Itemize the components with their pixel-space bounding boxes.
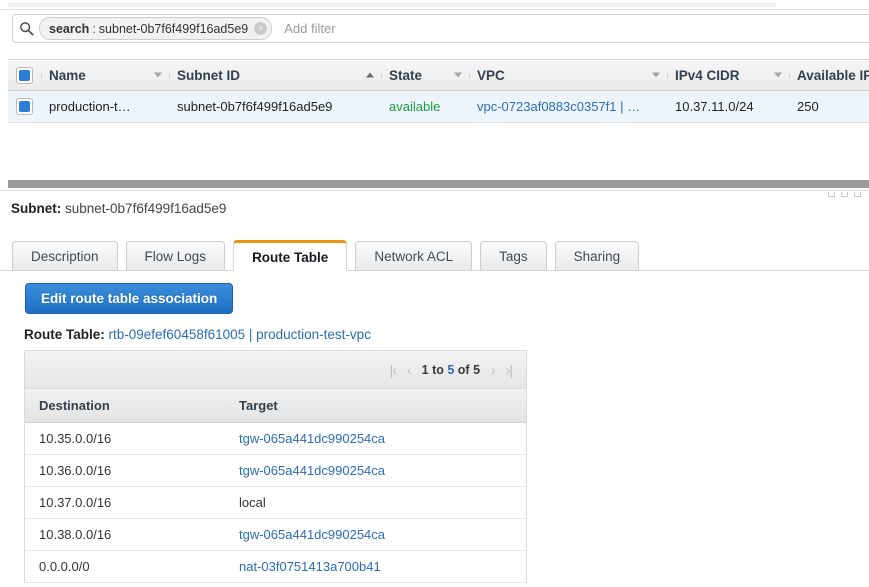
cell-target: tgw-065a441dc990254ca: [225, 431, 525, 446]
pane-splitter[interactable]: [8, 180, 869, 188]
cell-target: nat-03f0751413a700b41: [225, 559, 525, 574]
vpc-link[interactable]: vpc-0723af0883c0357f1 | …: [477, 99, 640, 114]
pagination-summary-prefix: 1 to: [421, 362, 448, 377]
cell-ipv4-cidr: 10.37.11.0/24: [675, 99, 754, 114]
tab-description[interactable]: Description: [12, 241, 118, 271]
row-checkbox[interactable]: [16, 98, 33, 115]
last-page-icon[interactable]: ›|: [506, 363, 513, 377]
target-link[interactable]: tgw-065a441dc990254ca: [239, 431, 385, 446]
cell-vpc: vpc-0723af0883c0357f1 | …: [469, 99, 667, 114]
sort-caret-down-icon[interactable]: [652, 72, 660, 78]
column-header-vpc-label: VPC: [477, 67, 505, 83]
filter-token-key: search: [49, 21, 90, 36]
cell-subnet-id: subnet-0b7f6f499f16ad5e9: [177, 99, 333, 114]
subnets-table: Name Subnet ID State VPC IPv4 CIDR Avail…: [8, 59, 869, 123]
table-row[interactable]: production-t… subnet-0b7f6f499f16ad5e9 a…: [8, 91, 869, 123]
select-all-checkbox[interactable]: [16, 66, 33, 84]
sort-caret-up-icon[interactable]: [366, 72, 374, 78]
sort-caret-down-icon[interactable]: [454, 72, 462, 78]
tab-network-acl[interactable]: Network ACL: [355, 241, 473, 271]
edit-route-table-association-button[interactable]: Edit route table association: [25, 283, 234, 314]
tab-network-acl-label: Network ACL: [374, 249, 454, 264]
cell-destination: 10.37.0.0/16: [39, 495, 112, 510]
table-row[interactable]: 10.36.0.0/16 tgw-065a441dc990254ca: [25, 455, 526, 487]
routes-table: |‹ ‹ 1 to 5 of 5 › ›| Destination Target…: [24, 350, 527, 583]
column-header-ipv4-cidr[interactable]: IPv4 CIDR: [667, 68, 789, 83]
column-header-name-label: Name: [49, 67, 86, 83]
detail-pane-top-border: [0, 190, 869, 191]
route-table-link[interactable]: rtb-09efef60458f61005 | production-test-…: [109, 327, 371, 342]
pagination-summary: 1 to 5 of 5: [422, 363, 480, 377]
detail-subnet-title: Subnet: subnet-0b7f6f499f16ad5e9: [11, 201, 226, 216]
target-link[interactable]: tgw-065a441dc990254ca: [239, 463, 385, 478]
routes-table-header: Destination Target: [25, 389, 526, 423]
table-row[interactable]: 10.37.0.0/16 local: [25, 487, 526, 519]
search-icon: [13, 21, 39, 36]
route-table-association-info: Route Table: rtb-09efef60458f61005 | pro…: [24, 327, 371, 342]
tab-tags[interactable]: Tags: [480, 241, 547, 271]
cell-available-ips: 250: [797, 99, 819, 114]
resize-grip-icon[interactable]: [828, 192, 861, 197]
filter-token-separator: :: [92, 21, 96, 36]
tab-description-label: Description: [31, 249, 99, 264]
subnets-table-header: Name Subnet ID State VPC IPv4 CIDR Avail…: [8, 59, 869, 91]
column-header-target[interactable]: Target: [225, 398, 525, 413]
previous-page-icon[interactable]: ‹: [407, 363, 412, 377]
tab-flow-logs-label: Flow Logs: [144, 249, 207, 264]
cell-destination: 10.36.0.0/16: [39, 463, 112, 478]
target-link[interactable]: nat-03f0751413a700b41: [239, 559, 381, 574]
select-all-checkbox-cell[interactable]: [8, 66, 41, 84]
column-header-ipv4-cidr-label: IPv4 CIDR: [675, 67, 740, 83]
column-header-available-ips[interactable]: Available IPv: [789, 68, 869, 83]
column-header-subnet-id-label: Subnet ID: [177, 67, 240, 83]
tab-flow-logs[interactable]: Flow Logs: [125, 241, 226, 271]
pagination-summary-mid: of: [454, 362, 474, 377]
cell-target: tgw-065a441dc990254ca: [225, 463, 525, 478]
column-header-subnet-id[interactable]: Subnet ID: [169, 68, 381, 83]
top-scrollbar-thumb[interactable]: [8, 3, 776, 7]
column-header-vpc[interactable]: VPC: [469, 68, 667, 83]
tab-route-table[interactable]: Route Table: [233, 240, 348, 272]
filter-token-value: subnet-0b7f6f499f16ad5e9: [98, 21, 249, 36]
aws-vpc-subnets-console: search : subnet-0b7f6f499f16ad5e9 × Add …: [0, 0, 869, 587]
detail-subnet-label: Subnet:: [11, 201, 62, 216]
cell-target: local: [239, 495, 266, 510]
cell-target: tgw-065a441dc990254ca: [225, 527, 525, 542]
column-header-destination[interactable]: Destination: [25, 398, 225, 413]
tab-route-table-label: Route Table: [252, 249, 329, 265]
route-table-label: Route Table:: [24, 327, 105, 342]
top-scrollbar[interactable]: [0, 0, 869, 10]
column-header-name[interactable]: Name: [41, 68, 169, 83]
filter-bar[interactable]: search : subnet-0b7f6f499f16ad5e9 × Add …: [12, 14, 869, 43]
cell-destination: 10.38.0.0/16: [39, 527, 112, 542]
routes-pagination: |‹ ‹ 1 to 5 of 5 › ›|: [25, 351, 526, 389]
row-checkbox-cell[interactable]: [8, 98, 41, 115]
column-header-state-label: State: [389, 67, 423, 83]
tab-sharing[interactable]: Sharing: [554, 241, 640, 271]
next-page-icon[interactable]: ›: [491, 363, 496, 377]
add-filter-input[interactable]: Add filter: [284, 21, 335, 36]
tab-tags-label: Tags: [499, 249, 528, 264]
table-row[interactable]: 0.0.0.0/0 nat-03f0751413a700b41: [25, 551, 526, 583]
column-header-available-ips-label: Available IPv: [797, 67, 869, 83]
cell-state: available: [381, 99, 469, 114]
tab-sharing-label: Sharing: [573, 249, 621, 264]
table-row[interactable]: 10.38.0.0/16 tgw-065a441dc990254ca: [25, 519, 526, 551]
filter-token-search[interactable]: search : subnet-0b7f6f499f16ad5e9 ×: [39, 17, 273, 40]
remove-filter-icon[interactable]: ×: [254, 22, 268, 35]
cell-destination: 10.35.0.0/16: [39, 431, 112, 446]
sort-caret-down-icon[interactable]: [154, 72, 162, 78]
target-link[interactable]: tgw-065a441dc990254ca: [239, 527, 385, 542]
cell-name: production-t…: [49, 99, 131, 114]
first-page-icon[interactable]: |‹: [390, 363, 397, 377]
cell-destination: 0.0.0.0/0: [39, 559, 90, 574]
table-row[interactable]: 10.35.0.0/16 tgw-065a441dc990254ca: [25, 423, 526, 455]
detail-subnet-value: subnet-0b7f6f499f16ad5e9: [65, 201, 227, 216]
sort-caret-down-icon[interactable]: [774, 72, 782, 78]
column-header-state[interactable]: State: [381, 68, 469, 83]
detail-tabs: Description Flow Logs Route Table Networ…: [0, 239, 869, 272]
status-badge: available: [389, 99, 441, 114]
edit-route-table-association-label: Edit route table association: [41, 291, 218, 306]
pagination-summary-total: 5: [473, 362, 481, 377]
